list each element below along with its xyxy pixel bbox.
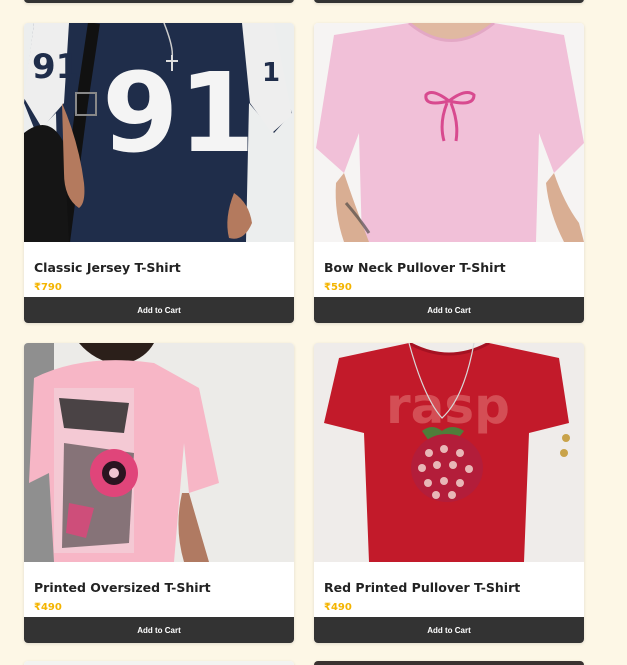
product-price: ₹790 [34,282,62,293]
product-price: ₹590 [324,282,352,293]
svg-text:91: 91 [32,47,79,87]
add-to-cart-button[interactable]: Add to Cart [24,617,294,643]
product-title[interactable]: Printed Oversized T-Shirt [34,580,211,595]
product-card-partial-bottom-left [24,661,294,665]
printed-oversized-tshirt-image[interactable] [24,343,294,562]
svg-text:1: 1 [262,58,280,88]
product-title[interactable]: Classic Jersey T-Shirt [34,260,181,275]
svg-text:91: 91 [102,49,255,177]
svg-text:rasp: rasp [386,377,510,435]
add-to-cart-button[interactable]: Add to Cart [314,297,584,323]
classic-jersey-tshirt-image[interactable]: 91 1 91 [24,23,294,242]
product-card-partial-top-left [24,0,294,3]
product-card[interactable]: rasp Red Printed Pullover T-Shirt ₹490 A… [314,343,584,643]
product-grid-page: 91 1 91 Classic Jersey T-Shirt ₹790 Add … [0,0,627,665]
product-card-partial-top-right [314,0,584,3]
bow-neck-pullover-tshirt-image[interactable] [314,23,584,242]
red-printed-pullover-tshirt-image[interactable]: rasp [314,343,584,562]
product-card-partial-bottom-right [314,661,584,665]
add-to-cart-button[interactable]: Add to Cart [24,297,294,323]
product-card[interactable]: 91 1 91 Classic Jersey T-Shirt ₹790 Add … [24,23,294,323]
add-to-cart-button[interactable]: Add to Cart [314,617,584,643]
product-card[interactable]: Printed Oversized T-Shirt ₹490 Add to Ca… [24,343,294,643]
product-title[interactable]: Red Printed Pullover T-Shirt [324,580,520,595]
product-card[interactable]: Bow Neck Pullover T-Shirt ₹590 Add to Ca… [314,23,584,323]
product-title[interactable]: Bow Neck Pullover T-Shirt [324,260,506,275]
product-price: ₹490 [324,602,352,613]
product-price: ₹490 [34,602,62,613]
